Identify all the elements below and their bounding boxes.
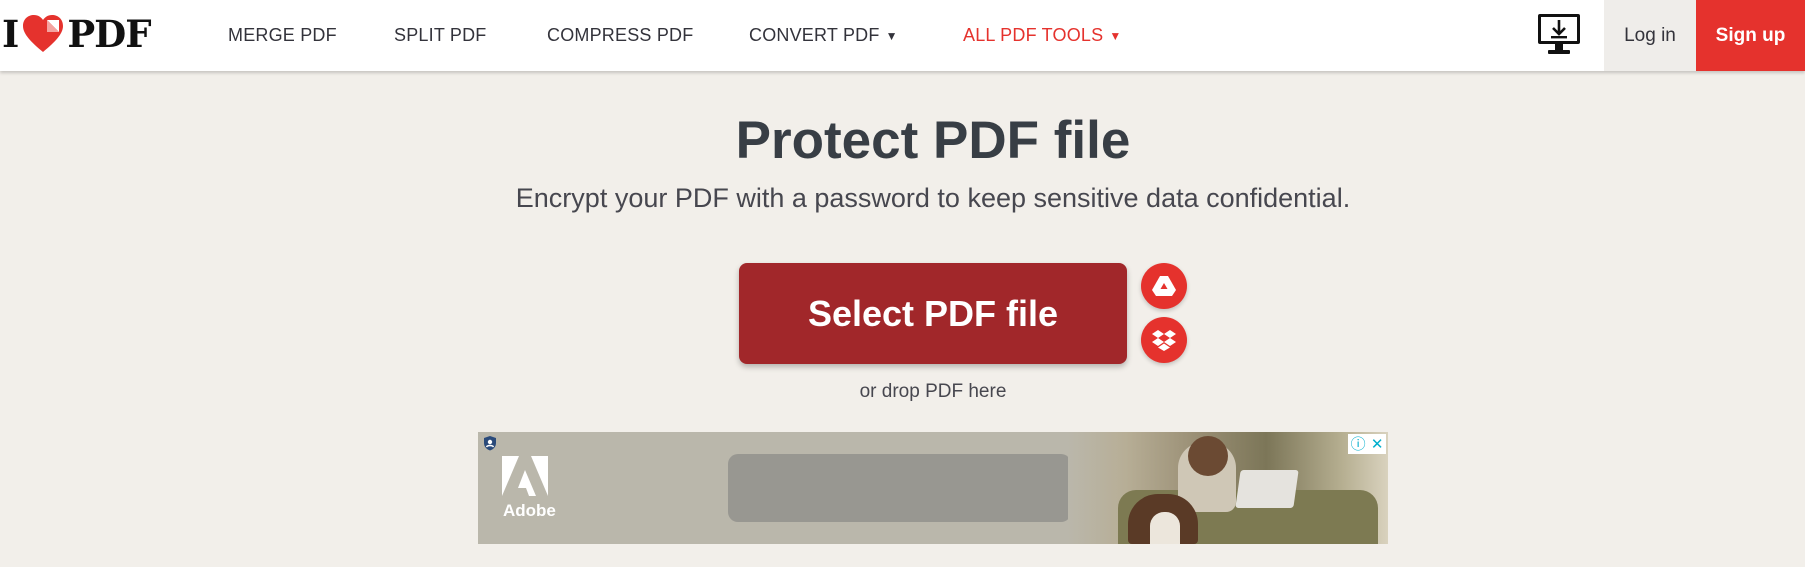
logo-pdf-text: PDF xyxy=(67,12,151,56)
ad-brand-text: Adobe xyxy=(503,501,556,520)
nav-convert-pdf[interactable]: CONVERT PDF ▼ xyxy=(749,0,898,71)
ad-content-placeholder xyxy=(728,454,1071,522)
ad-choices[interactable]: ⓘ ✕ xyxy=(1348,434,1386,454)
nav-merge-pdf[interactable]: MERGE PDF xyxy=(228,0,337,71)
heart-logo-icon xyxy=(23,15,64,52)
top-navbar: I PDF MERGE PDF SPLIT PDF COMPRESS PDF C… xyxy=(0,0,1805,71)
google-drive-button[interactable] xyxy=(1141,263,1187,309)
nav-all-pdf-tools-label: ALL PDF TOOLS xyxy=(963,25,1104,45)
google-drive-icon xyxy=(1152,276,1176,296)
ilovepdf-logo[interactable]: I PDF xyxy=(2,12,152,56)
adobe-logo-icon xyxy=(502,456,548,496)
nav-compress-pdf[interactable]: COMPRESS PDF xyxy=(547,0,693,71)
login-button[interactable]: Log in xyxy=(1604,0,1696,71)
nav-all-pdf-tools[interactable]: ALL PDF TOOLS ▼ xyxy=(963,0,1121,71)
nav-compress-pdf-label: COMPRESS PDF xyxy=(547,25,694,45)
nav-split-pdf-label: SPLIT PDF xyxy=(394,25,487,45)
nav-split-pdf[interactable]: SPLIT PDF xyxy=(394,0,487,71)
drop-pdf-hint: or drop PDF here xyxy=(859,381,1007,402)
page-title: Protect PDF file xyxy=(735,111,1131,170)
caret-down-icon: ▼ xyxy=(885,28,898,43)
advertisement-banner[interactable]: Adobe ⓘ ✕ xyxy=(478,432,1388,544)
ad-info-icon[interactable]: ⓘ xyxy=(1351,437,1366,452)
signup-button[interactable]: Sign up xyxy=(1696,0,1805,71)
nav-convert-pdf-label: CONVERT PDF xyxy=(749,25,880,45)
privacy-shield-icon[interactable] xyxy=(482,435,498,451)
page-subtitle: Encrypt your PDF with a password to keep… xyxy=(515,183,1351,213)
dropbox-icon xyxy=(1152,330,1176,351)
caret-down-icon: ▼ xyxy=(1109,28,1122,43)
ad-photo-laptop xyxy=(1235,470,1299,508)
desktop-download-icon[interactable] xyxy=(1536,12,1582,56)
logo-letter-i: I xyxy=(2,12,19,56)
ad-photo-dog-patch xyxy=(1150,512,1180,544)
ad-close-icon[interactable]: ✕ xyxy=(1371,437,1384,452)
ad-photo-hair xyxy=(1188,436,1228,476)
nav-merge-pdf-label: MERGE PDF xyxy=(228,25,337,45)
dropbox-button[interactable] xyxy=(1141,317,1187,363)
select-pdf-file-button[interactable]: Select PDF file xyxy=(739,263,1127,364)
